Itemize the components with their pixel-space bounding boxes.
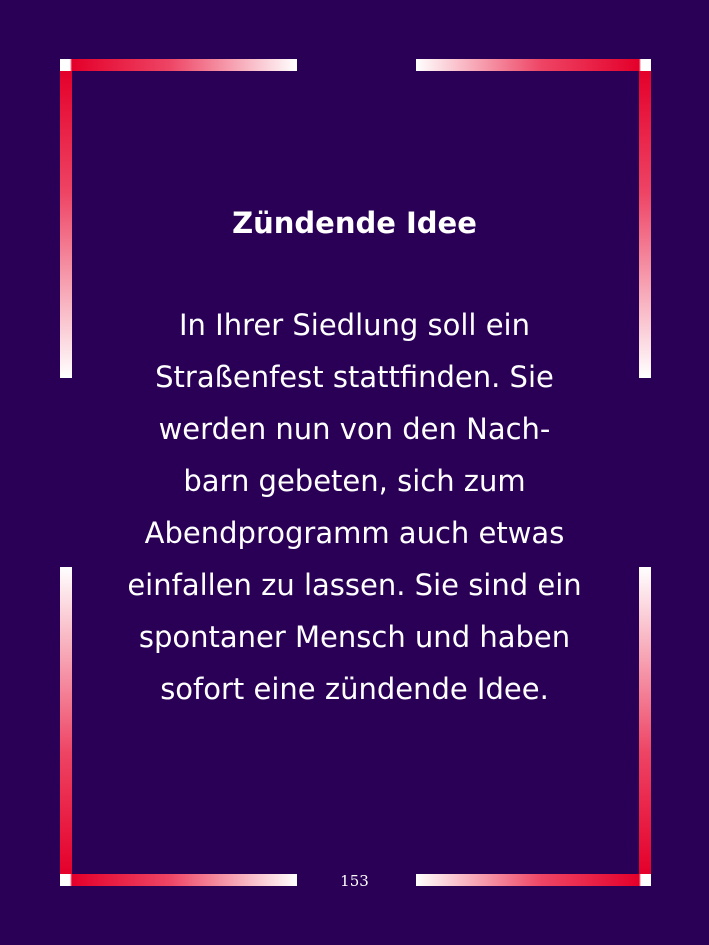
body-line: barn gebeten, sich zum bbox=[183, 464, 526, 498]
frame-bottom-left-vertical-bar bbox=[60, 567, 72, 874]
body-line: sofort eine zündende Idee. bbox=[160, 672, 549, 706]
frame-bottom-right-vertical-bar bbox=[639, 567, 651, 874]
frame-top-left-horizontal-bar bbox=[60, 59, 297, 71]
body-line: Straßenfest stattfinden. Sie bbox=[155, 360, 554, 394]
body-line: einfallen zu lassen. Sie sind ein bbox=[127, 568, 582, 602]
body-line: Abendprogramm auch etwas bbox=[144, 516, 565, 550]
frame-top-right-horizontal-bar bbox=[416, 59, 651, 71]
page-number: 153 bbox=[340, 872, 369, 890]
card-body-text: In Ihrer Siedlung soll ein Straßenfest s… bbox=[100, 299, 609, 715]
body-line: In Ihrer Siedlung soll ein bbox=[179, 308, 530, 342]
body-line: spontaner Mensch und haben bbox=[138, 620, 571, 654]
card-title: Zündende Idee bbox=[232, 206, 477, 240]
body-line: werden nun von den Nach- bbox=[158, 412, 551, 446]
